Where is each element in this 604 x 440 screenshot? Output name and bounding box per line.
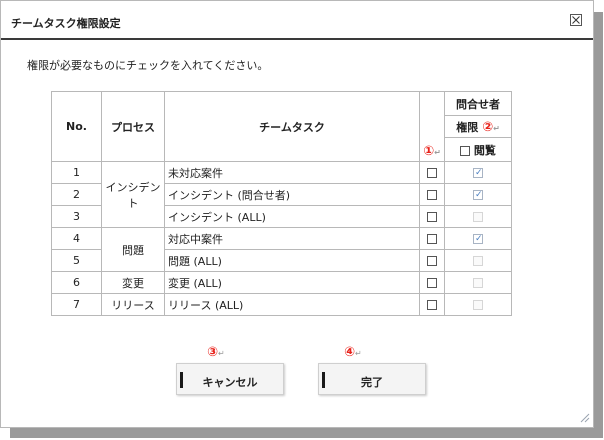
task-name: 変更 (ALL)	[164, 271, 420, 294]
task-name: インシデント (ALL)	[164, 205, 420, 228]
task-name: 問題 (ALL)	[164, 249, 420, 272]
done-button-label: 完了	[361, 376, 383, 389]
team-task-permission-dialog: チームタスク権限設定 権限が必要なものにチェックを入れてください。 No. プロ…	[0, 0, 594, 428]
marker-4: ④	[344, 345, 356, 360]
cancel-button[interactable]: キャンセル	[176, 363, 284, 395]
check-icon: ✓	[475, 168, 483, 178]
view-cell: ✓	[444, 161, 512, 184]
table-row: 6 変更 変更 (ALL)	[51, 271, 512, 294]
done-button[interactable]: 完了	[318, 363, 426, 395]
view-checkbox[interactable]: ✓	[473, 190, 483, 200]
process-cell: リリース	[101, 293, 165, 316]
permission-table: No. プロセス チームタスク ①↵ 問合せ者 権限 ②↵ 閲覧 1 インシデン…	[51, 91, 512, 316]
marker-2: ②	[482, 119, 494, 135]
marker-3-wrap: ③↵	[207, 345, 225, 360]
dialog-title: チームタスク権限設定	[11, 17, 121, 30]
return-mark: ↵	[493, 123, 500, 133]
select-cell	[419, 293, 445, 316]
header-no: No.	[51, 91, 102, 162]
view-checkbox-disabled	[473, 300, 483, 310]
row-select-checkbox[interactable]	[427, 300, 437, 310]
header-select-col: ①↵	[419, 91, 445, 162]
view-checkbox-disabled	[473, 212, 483, 222]
header-group: 問合せ者	[444, 91, 512, 116]
check-icon: ✓	[475, 234, 483, 244]
header-view: 閲覧	[444, 137, 512, 162]
row-select-checkbox[interactable]	[427, 256, 437, 266]
row-select-checkbox[interactable]	[427, 212, 437, 222]
view-cell	[444, 271, 512, 294]
view-checkbox[interactable]: ✓	[473, 234, 483, 244]
process-cell: インシデント	[101, 161, 165, 228]
view-checkbox[interactable]: ✓	[473, 168, 483, 178]
view-cell	[444, 249, 512, 272]
marker-3: ③	[207, 345, 219, 360]
close-icon[interactable]	[570, 14, 582, 26]
return-mark: ↵	[434, 148, 441, 157]
row-no: 4	[51, 227, 102, 250]
row-no: 1	[51, 161, 102, 184]
table-row: 4 問題 対応中案件 ✓	[51, 227, 512, 272]
header-authority: 権限 ②↵	[444, 115, 512, 138]
row-no: 5	[51, 249, 102, 272]
select-cell	[419, 227, 445, 250]
process-cell: 問題	[101, 227, 165, 272]
view-cell: ✓	[444, 183, 512, 206]
marker-4-wrap: ④↵	[344, 345, 362, 360]
return-mark: ↵	[218, 349, 225, 358]
task-name: リリース (ALL)	[164, 293, 420, 316]
cancel-button-label: キャンセル	[202, 376, 258, 389]
view-select-all-checkbox[interactable]	[460, 145, 471, 156]
task-name: 未対応案件	[164, 161, 420, 184]
row-no: 6	[51, 271, 102, 294]
header-view-label: 閲覧	[473, 143, 496, 157]
select-cell	[419, 183, 445, 206]
process-cell: 変更	[101, 271, 165, 294]
select-cell	[419, 249, 445, 272]
row-select-checkbox[interactable]	[427, 278, 437, 288]
view-checkbox-disabled	[473, 256, 483, 266]
check-icon: ✓	[475, 190, 483, 200]
task-name: 対応中案件	[164, 227, 420, 250]
return-mark: ↵	[355, 349, 362, 358]
header-process: プロセス	[101, 91, 165, 162]
table-row: 7 リリース リリース (ALL)	[51, 293, 512, 316]
view-cell: ✓	[444, 227, 512, 250]
table-row: 1 インシデント 未対応案件 ✓	[51, 161, 512, 228]
view-checkbox-disabled	[473, 278, 483, 288]
select-cell	[419, 205, 445, 228]
row-no: 3	[51, 205, 102, 228]
row-select-checkbox[interactable]	[427, 234, 437, 244]
task-name: インシデント (問合せ者)	[164, 183, 420, 206]
header-task: チームタスク	[164, 91, 420, 162]
select-cell	[419, 161, 445, 184]
view-cell	[444, 293, 512, 316]
row-select-checkbox[interactable]	[427, 190, 437, 200]
header-authority-label: 権限	[456, 120, 479, 134]
row-no: 2	[51, 183, 102, 206]
row-select-checkbox[interactable]	[427, 168, 437, 178]
row-no: 7	[51, 293, 102, 316]
resize-grip-icon[interactable]	[578, 411, 590, 423]
instruction-text: 権限が必要なものにチェックを入れてください。	[27, 59, 269, 72]
marker-1: ①	[423, 144, 435, 159]
dialog-titlebar: チームタスク権限設定	[1, 1, 593, 40]
select-cell	[419, 271, 445, 294]
view-cell	[444, 205, 512, 228]
